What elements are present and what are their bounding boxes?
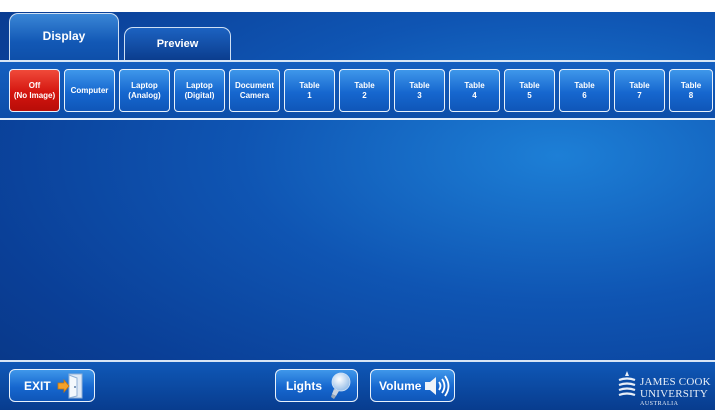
volume-button[interactable]: Volume: [370, 369, 455, 402]
exit-button[interactable]: EXIT: [9, 369, 95, 402]
source-table-4-button[interactable]: Table 4: [449, 69, 500, 112]
source-table-8-button[interactable]: Table 8: [669, 69, 713, 112]
tab-display[interactable]: Display: [9, 13, 119, 61]
source-table-7-button[interactable]: Table 7: [614, 69, 665, 112]
source-table-1-button[interactable]: Table 1: [284, 69, 335, 112]
source-laptop-digital-button[interactable]: Laptop (Digital): [174, 69, 225, 112]
logo-line-1: JAMES COOK: [640, 376, 711, 388]
exit-door-icon: [57, 373, 83, 399]
exit-label: EXIT: [24, 378, 51, 393]
source-bar-divider: [0, 118, 715, 120]
tab-preview[interactable]: Preview: [124, 27, 231, 60]
speaker-icon: [425, 374, 450, 397]
source-off-button[interactable]: Off (No Image): [9, 69, 60, 112]
source-document-camera-button[interactable]: Document Camera: [229, 69, 280, 112]
lights-button[interactable]: Lights: [275, 369, 358, 402]
tab-display-label: Display: [42, 29, 86, 43]
light-bulb-icon: [331, 372, 351, 399]
source-table-5-button[interactable]: Table 5: [504, 69, 555, 112]
source-table-6-button[interactable]: Table 6: [559, 69, 610, 112]
university-crest-icon: [618, 371, 636, 397]
source-table-2-button[interactable]: Table 2: [339, 69, 390, 112]
top-border: [0, 0, 715, 12]
volume-label: Volume: [379, 378, 422, 393]
university-logo: JAMES COOK UNIVERSITY AUSTRALIA: [618, 369, 715, 409]
logo-line-2: UNIVERSITY: [640, 388, 708, 400]
source-laptop-analog-button[interactable]: Laptop (Analog): [119, 69, 170, 112]
lights-label: Lights: [286, 378, 322, 393]
source-table-3-button[interactable]: Table 3: [394, 69, 445, 112]
logo-line-3: AUSTRALIA: [640, 401, 679, 407]
tab-preview-label: Preview: [156, 38, 199, 50]
source-computer-button[interactable]: Computer: [64, 69, 115, 112]
